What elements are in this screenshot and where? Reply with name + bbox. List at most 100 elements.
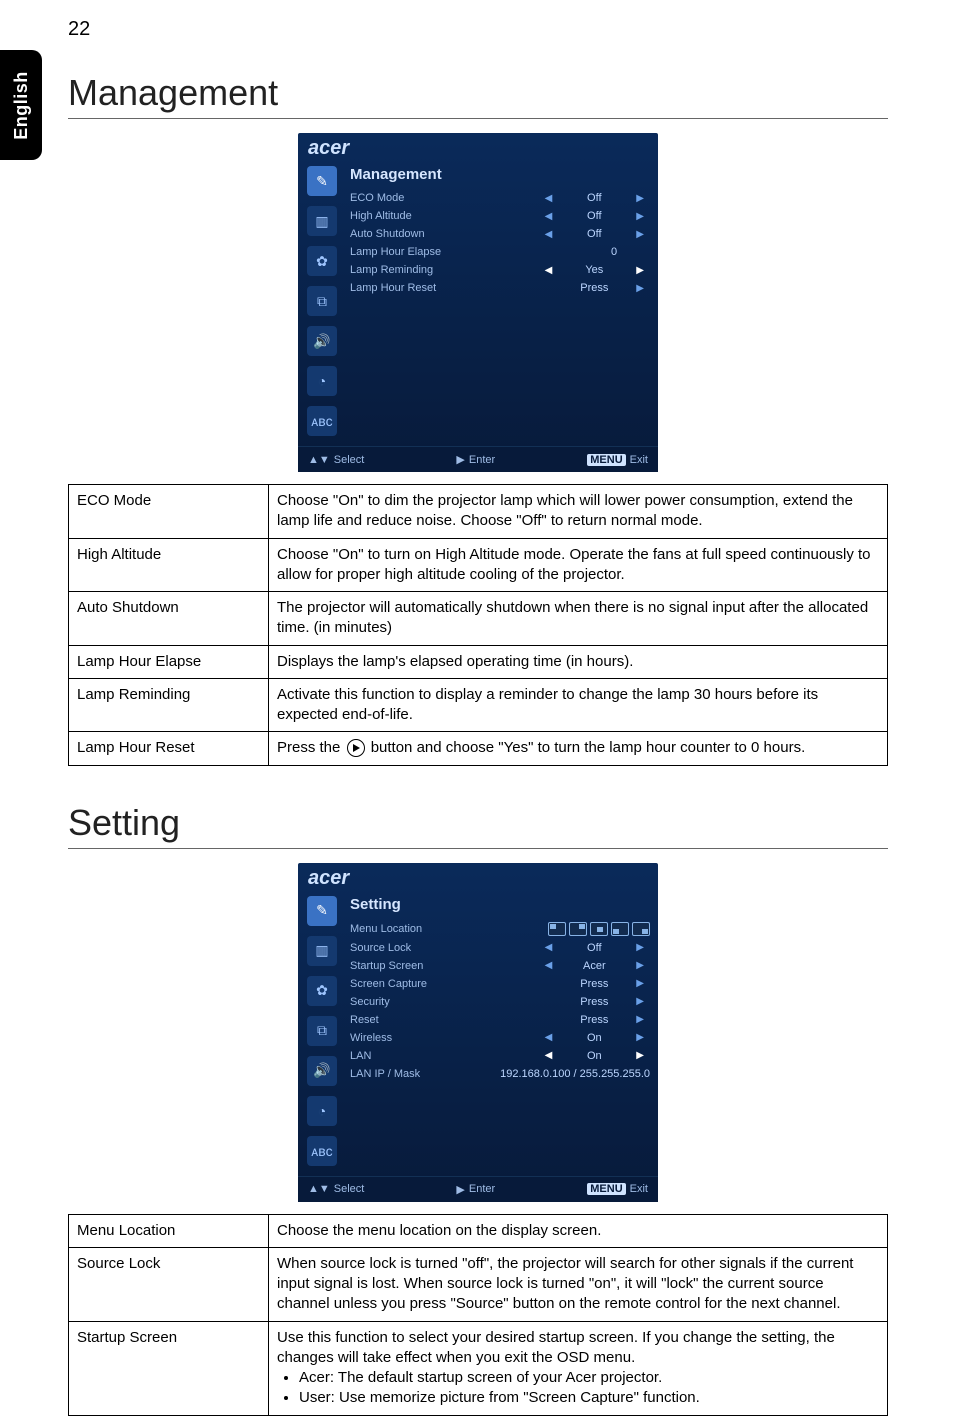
left-arrow-icon: ◀ [539, 193, 559, 204]
table-desc: Choose "On" to dim the projector lamp wh… [269, 485, 888, 539]
osd-row-value: Off [558, 210, 630, 222]
osd-row-value: On [558, 1050, 630, 1062]
right-arrow-icon: ▶ [630, 978, 650, 989]
osd-row-value: Off [558, 942, 630, 954]
table-label: Lamp Reminding [69, 678, 269, 732]
osd-row: LAN◀On▶ [348, 1047, 652, 1065]
menu-location-icon [632, 922, 650, 936]
table-desc: Use this function to select your desired… [269, 1321, 888, 1415]
left-arrow-icon: ◀ [539, 265, 559, 276]
left-arrow-icon: ◀ [539, 942, 559, 953]
table-desc: Activate this function to display a remi… [269, 678, 888, 732]
right-arrow-icon: ▶ [630, 265, 650, 276]
management-heading-wrap: Management [68, 72, 888, 119]
osd-foot-exit: MENU Exit [587, 1183, 648, 1196]
right-arrow-icon: ▶ [630, 193, 650, 204]
osd-body: ✎ ▥ ✿ ⧉ 🔊 ◔ ᴀʙc Setting Menu LocationSou… [298, 890, 658, 1176]
table-desc: Choose the menu location on the display … [269, 1214, 888, 1247]
osd-row-value: 192.168.0.100 / 255.255.255.0 [500, 1068, 650, 1080]
table-label: Lamp Hour Elapse [69, 645, 269, 678]
table-row: Lamp Hour ResetPress the button and choo… [69, 732, 888, 765]
right-arrow-icon: ▶ [630, 229, 650, 240]
osd-title: Setting [348, 892, 652, 919]
osd-tab-icon: ✎ [307, 166, 337, 196]
osd-foot-select: ▲▼ Select [308, 453, 364, 466]
osd-row-label: Wireless [350, 1032, 539, 1044]
osd-row-label: Screen Capture [350, 978, 544, 990]
play-right-icon [347, 739, 365, 757]
osd-row-label: Startup Screen [350, 960, 539, 972]
left-arrow-icon: ◀ [539, 1032, 559, 1043]
table-row: Startup ScreenUse this function to selec… [69, 1321, 888, 1415]
table-row: Lamp Hour ElapseDisplays the lamp's elap… [69, 645, 888, 678]
management-table: ECO ModeChoose "On" to dim the projector… [68, 484, 888, 766]
osd-row: Auto Shutdown◀Off▶ [348, 225, 652, 243]
table-desc: Displays the lamp's elapsed operating ti… [269, 645, 888, 678]
osd-tab-icon: ᴀʙc [307, 1136, 337, 1166]
left-arrow-icon: ◀ [539, 1050, 559, 1061]
osd-row-label: LAN IP / Mask [350, 1068, 485, 1080]
right-arrow-icon: ▶ [630, 996, 650, 1007]
osd-tab-icon: ▥ [307, 936, 337, 966]
osd-row: Reset Press▶ [348, 1011, 652, 1029]
osd-row-label: Lamp Hour Elapse [350, 246, 563, 258]
osd-tab-icon: ⧉ [307, 1016, 337, 1046]
osd-row: Screen Capture Press▶ [348, 975, 652, 993]
management-heading: Management [68, 72, 888, 118]
table-desc: Press the button and choose "Yes" to tur… [269, 732, 888, 765]
osd-row-label: Source Lock [350, 942, 539, 954]
osd-foot-enter: ▶ Enter [456, 1183, 495, 1196]
osd-row: High Altitude◀Off▶ [348, 207, 652, 225]
right-arrow-icon: ▶ [630, 960, 650, 971]
page-content: Management acer ✎ ▥ ✿ ⧉ 🔊 ◔ ᴀʙc Manageme… [68, 72, 888, 1416]
table-row: Auto ShutdownThe projector will automati… [69, 592, 888, 646]
osd-brand: acer [298, 133, 658, 160]
osd-row-label: LAN [350, 1050, 539, 1062]
osd-row: Lamp Hour Elapse 0 [348, 243, 652, 261]
osd-tab-icon: ⧉ [307, 286, 337, 316]
osd-row: ECO Mode◀Off▶ [348, 189, 652, 207]
table-row: Menu LocationChoose the menu location on… [69, 1214, 888, 1247]
osd-footer: ▲▼ Select ▶ Enter MENU Exit [298, 446, 658, 472]
table-label: Startup Screen [69, 1321, 269, 1415]
osd-row-value: Press [558, 282, 630, 294]
bullet-item: Acer: The default startup screen of your… [299, 1368, 879, 1388]
osd-foot-enter: ▶ Enter [456, 453, 495, 466]
right-arrow-icon: ▶ [630, 1014, 650, 1025]
menu-location-icons [548, 922, 650, 936]
table-label: ECO Mode [69, 485, 269, 539]
language-tab-label: English [11, 71, 32, 140]
table-label: Auto Shutdown [69, 592, 269, 646]
setting-osd: acer ✎ ▥ ✿ ⧉ 🔊 ◔ ᴀʙc Setting Menu Locati… [298, 863, 658, 1202]
setting-table: Menu LocationChoose the menu location on… [68, 1214, 888, 1416]
table-row: Lamp RemindingActivate this function to … [69, 678, 888, 732]
osd-brand: acer [298, 863, 658, 890]
menu-location-icon [548, 922, 566, 936]
osd-tab-icon: ᴀʙc [307, 406, 337, 436]
osd-row-value: On [558, 1032, 630, 1044]
osd-foot-select: ▲▼ Select [308, 1183, 364, 1196]
osd-row-value: Press [558, 996, 630, 1008]
table-label: Menu Location [69, 1214, 269, 1247]
right-arrow-icon: ▶ [630, 1032, 650, 1043]
osd-tab-icon: ✎ [307, 896, 337, 926]
osd-row: LAN IP / Mask 192.168.0.100 / 255.255.25… [348, 1065, 652, 1083]
osd-tab-icon: ✿ [307, 246, 337, 276]
osd-tab-icon: ◔ [307, 366, 337, 396]
table-desc: Choose "On" to turn on High Altitude mod… [269, 538, 888, 592]
setting-heading-wrap: Setting [68, 802, 888, 849]
setting-osd-wrap: acer ✎ ▥ ✿ ⧉ 🔊 ◔ ᴀʙc Setting Menu Locati… [68, 863, 888, 1202]
osd-row: Lamp Reminding◀Yes▶ [348, 261, 652, 279]
table-label: Source Lock [69, 1247, 269, 1321]
osd-main: Management ECO Mode◀Off▶High Altitude◀Of… [346, 160, 658, 446]
osd-row-value: Off [558, 192, 630, 204]
table-desc: When source lock is turned "off", the pr… [269, 1247, 888, 1321]
table-desc: The projector will automatically shutdow… [269, 592, 888, 646]
management-osd: acer ✎ ▥ ✿ ⧉ 🔊 ◔ ᴀʙc Management ECO Mode… [298, 133, 658, 472]
osd-tab-icon: 🔊 [307, 326, 337, 356]
osd-title: Management [348, 162, 652, 189]
page-number: 22 [68, 18, 90, 41]
osd-main: Setting Menu LocationSource Lock◀Off▶Sta… [346, 890, 658, 1176]
menu-location-icon [590, 922, 608, 936]
bullet-list: Acer: The default startup screen of your… [277, 1368, 879, 1409]
